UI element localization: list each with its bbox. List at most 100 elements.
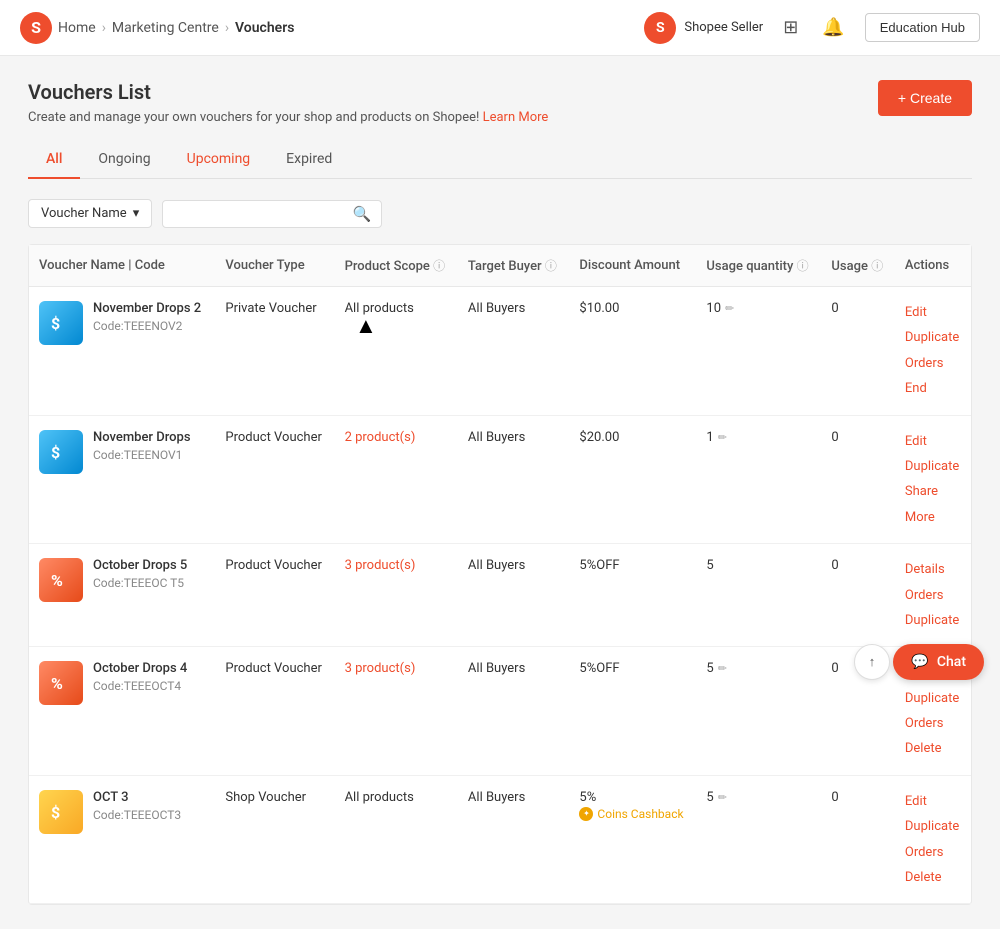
voucher-name: October Drops 5 xyxy=(93,558,187,573)
table-row: % October Drops 4 Code:TEEEOCT4 Product … xyxy=(29,647,971,776)
action-edit[interactable]: Edit xyxy=(905,790,961,813)
svg-text:%: % xyxy=(51,571,63,590)
voucher-name-cell: $ November Drops 2 Code:TEEENOV2 xyxy=(29,287,215,416)
voucher-code: Code:TEEENOV1 xyxy=(93,448,191,462)
usage-cell: 0 xyxy=(821,544,894,647)
discount-amount-cell: $20.00 xyxy=(569,415,696,544)
create-button[interactable]: + Create xyxy=(878,80,972,116)
usage-cell: 0 xyxy=(821,415,894,544)
svg-text:$: $ xyxy=(51,443,60,462)
breadcrumb-sep1: › xyxy=(102,20,106,36)
dropdown-label: Voucher Name xyxy=(41,206,127,221)
seller-name: Shopee Seller xyxy=(684,20,763,35)
target-buyer-cell: All Buyers xyxy=(458,287,570,416)
col-voucher-name: Voucher Name | Code xyxy=(29,245,215,287)
education-hub-button[interactable]: Education Hub xyxy=(865,13,980,42)
action-more[interactable]: More xyxy=(905,506,961,529)
usage-qty-cell: 5✏ xyxy=(696,775,821,904)
tab-ongoing[interactable]: Ongoing xyxy=(80,141,168,179)
target-buyer-cell: All Buyers xyxy=(458,775,570,904)
dropdown-chevron-icon: ▾ xyxy=(133,206,140,221)
product-scope-cell: 2 product(s) xyxy=(335,415,458,544)
target-buyer-info-icon: ⓘ xyxy=(545,259,557,273)
action-delete[interactable]: Delete xyxy=(905,737,961,760)
action-duplicate[interactable]: Duplicate xyxy=(905,455,961,478)
vouchers-table-container: Voucher Name | Code Voucher Type Product… xyxy=(28,244,972,905)
discount-amount-cell: 5%✦Coins Cashback xyxy=(569,775,696,904)
col-actions: Actions xyxy=(895,245,971,287)
scroll-to-top-button[interactable]: ↑ xyxy=(854,644,890,680)
breadcrumb-home[interactable]: Home xyxy=(58,20,96,36)
search-input[interactable] xyxy=(173,206,352,221)
col-usage: Usage ⓘ xyxy=(821,245,894,287)
voucher-icon: % xyxy=(39,558,83,602)
actions-cell: EditDuplicate OrdersDelete xyxy=(895,775,971,904)
top-nav-right: S Shopee Seller ⊞ 🔔 Education Hub xyxy=(644,12,980,44)
svg-text:%: % xyxy=(51,674,63,693)
tabs-container: All Ongoing Upcoming Expired xyxy=(28,141,972,179)
edit-qty-icon[interactable]: ✏ xyxy=(718,662,727,675)
col-voucher-type: Voucher Type xyxy=(215,245,334,287)
voucher-name: November Drops 2 xyxy=(93,301,201,316)
edit-qty-icon[interactable]: ✏ xyxy=(725,302,734,315)
breadcrumb: S Home › Marketing Centre › Vouchers xyxy=(20,12,294,44)
action-duplicate[interactable]: Duplicate xyxy=(905,609,961,632)
discount-amount-cell: 5%OFF xyxy=(569,647,696,776)
voucher-type-cell: Product Voucher xyxy=(215,647,334,776)
tab-all[interactable]: All xyxy=(28,141,80,179)
tab-upcoming[interactable]: Upcoming xyxy=(169,141,269,179)
product-scope-cell: All products xyxy=(335,287,458,416)
usage-qty-cell: 5 xyxy=(696,544,821,647)
edit-qty-icon[interactable]: ✏ xyxy=(718,791,727,804)
action-share[interactable]: Share xyxy=(905,480,961,503)
action-edit[interactable]: Edit xyxy=(905,301,961,324)
chat-widget[interactable]: 💬 Chat xyxy=(893,644,984,680)
action-duplicate[interactable]: Duplicate xyxy=(905,815,961,838)
action-delete[interactable]: Delete xyxy=(905,866,961,889)
voucher-name-cell: $ November Drops Code:TEEENOV1 xyxy=(29,415,215,544)
action-orders[interactable]: Orders xyxy=(905,584,961,607)
voucher-code: Code:TEEEOCT4 xyxy=(93,679,187,693)
usage-qty-cell: 10✏ xyxy=(696,287,821,416)
tab-expired[interactable]: Expired xyxy=(268,141,350,179)
col-target-buyer: Target Buyer ⓘ xyxy=(458,245,570,287)
action-end[interactable]: End xyxy=(905,377,961,400)
edit-qty-icon[interactable]: ✏ xyxy=(718,431,727,444)
action-orders[interactable]: Orders xyxy=(905,841,961,864)
search-button[interactable]: 🔍 xyxy=(353,205,372,223)
grid-menu-button[interactable]: ⊞ xyxy=(779,13,802,42)
voucher-name: OCT 3 xyxy=(93,790,181,805)
usage-cell: 0 xyxy=(821,775,894,904)
notifications-button[interactable]: 🔔 xyxy=(818,13,848,42)
discount-amount-cell: 5%OFF xyxy=(569,544,696,647)
voucher-name-dropdown[interactable]: Voucher Name ▾ xyxy=(28,199,152,228)
target-buyer-cell: All Buyers xyxy=(458,415,570,544)
actions-cell: EditDuplicateShare More xyxy=(895,415,971,544)
learn-more-link[interactable]: Learn More xyxy=(483,110,549,125)
top-navigation: S Home › Marketing Centre › Vouchers S S… xyxy=(0,0,1000,56)
voucher-name-cell: % October Drops 5 Code:TEEEOC T5 xyxy=(29,544,215,647)
col-product-scope: Product Scope ⓘ xyxy=(335,245,458,287)
svg-text:$: $ xyxy=(51,803,60,822)
voucher-name: October Drops 4 xyxy=(93,661,187,676)
breadcrumb-marketing[interactable]: Marketing Centre xyxy=(112,20,219,36)
product-scope-cell: 3 product(s) xyxy=(335,544,458,647)
action-orders[interactable]: Orders xyxy=(905,712,961,735)
action-details[interactable]: Details xyxy=(905,558,961,581)
action-duplicate[interactable]: Duplicate xyxy=(905,326,961,349)
table-row: $ November Drops Code:TEEENOV1 Product V… xyxy=(29,415,971,544)
voucher-name-cell: $ OCT 3 Code:TEEEOCT3 xyxy=(29,775,215,904)
vouchers-table: Voucher Name | Code Voucher Type Product… xyxy=(29,245,971,904)
coin-icon: ✦ xyxy=(579,807,593,821)
action-orders[interactable]: Orders xyxy=(905,352,961,375)
voucher-icon: $ xyxy=(39,790,83,834)
scroll-top-icon: ↑ xyxy=(869,654,876,670)
action-duplicate[interactable]: Duplicate xyxy=(905,687,961,710)
action-edit[interactable]: Edit xyxy=(905,430,961,453)
usage-qty-info-icon: ⓘ xyxy=(797,259,809,273)
col-discount-amount: Discount Amount xyxy=(569,245,696,287)
filter-row: Voucher Name ▾ 🔍 xyxy=(28,199,972,228)
target-buyer-cell: All Buyers xyxy=(458,544,570,647)
table-header-row: Voucher Name | Code Voucher Type Product… xyxy=(29,245,971,287)
product-scope-cell: 3 product(s) xyxy=(335,647,458,776)
